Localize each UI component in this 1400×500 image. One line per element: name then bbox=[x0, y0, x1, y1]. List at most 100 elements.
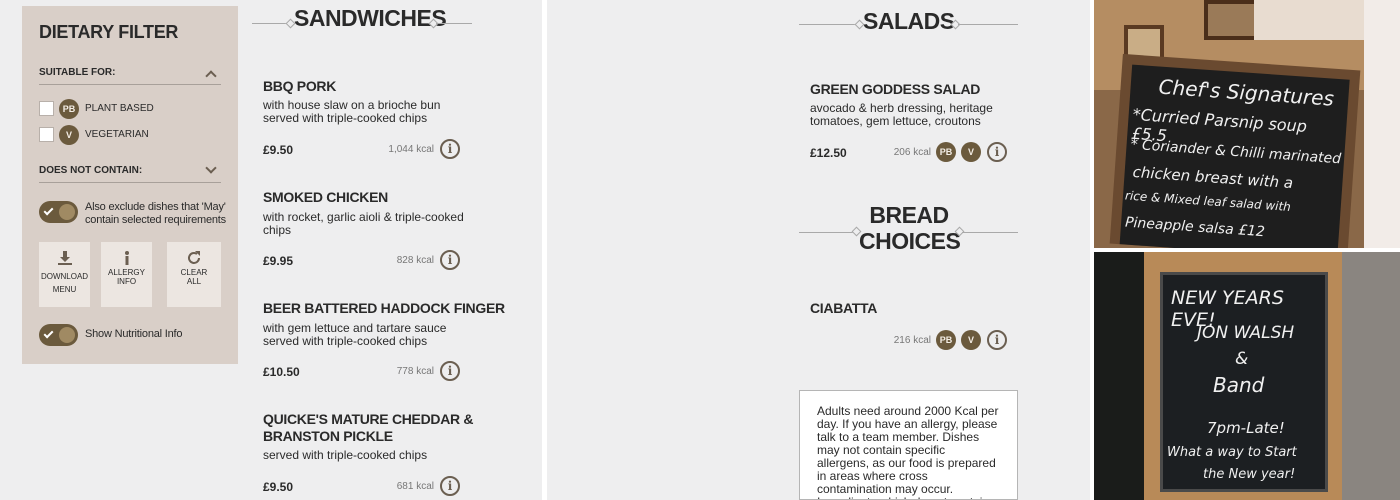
new-years-eve-photo: NEW YEARS EVE! JON WALSH & Band 7pm-Late… bbox=[1094, 252, 1400, 500]
chalk-line: & bbox=[1235, 349, 1249, 369]
dietary-filter-panel: DIETARY FILTER SUITABLE FOR: PB PLANT BA… bbox=[22, 6, 238, 364]
chevron-down-icon[interactable] bbox=[205, 162, 217, 174]
clear-label-line2: ALL bbox=[186, 277, 202, 286]
plant-based-label: PLANT BASED bbox=[85, 103, 154, 114]
sandwiches-column: SANDWICHES BBQ PORK with house slaw on a… bbox=[244, 0, 542, 500]
vegetarian-label: VEGETARIAN bbox=[85, 129, 149, 140]
exclude-may-line1: Also exclude dishes that 'May' bbox=[85, 201, 226, 213]
dish-name: CIABATTA bbox=[810, 300, 878, 316]
does-not-contain-section-header[interactable]: DOES NOT CONTAIN: bbox=[39, 161, 221, 183]
dish-price: £10.50 bbox=[263, 365, 300, 379]
allergy-note: Adults need around 2000 Kcal per day. If… bbox=[799, 390, 1018, 500]
dish-kcal: 681 kcal bbox=[396, 481, 434, 492]
allergy-label-line2: INFO bbox=[116, 277, 137, 286]
dish-price: £9.50 bbox=[263, 143, 294, 157]
dish-kcal: 206 kcal bbox=[893, 147, 931, 158]
chalk-line: Chef's Signatures bbox=[1157, 74, 1335, 111]
plant-based-checkbox[interactable] bbox=[39, 101, 54, 116]
picture-frame bbox=[1204, 0, 1259, 40]
info-icon[interactable]: i bbox=[440, 476, 460, 496]
info-icon bbox=[101, 250, 152, 266]
vegetarian-checkbox[interactable] bbox=[39, 127, 54, 142]
bread-heading-line1: BREAD bbox=[869, 202, 949, 228]
dish-kcal: 778 kcal bbox=[396, 366, 434, 377]
check-icon bbox=[43, 205, 54, 216]
doorway-shadow bbox=[1094, 252, 1144, 500]
dish-price: £9.95 bbox=[263, 254, 294, 268]
salads-bread-column: SALADS GREEN GODDESS SALAD avocado & her… bbox=[547, 0, 1090, 500]
dish-price: £9.50 bbox=[263, 480, 294, 494]
vegetarian-badge: V bbox=[961, 142, 981, 162]
heading-rule-right bbox=[958, 24, 1018, 25]
dish-desc-line1: with rocket, garlic aioli & triple-cooke… bbox=[263, 210, 464, 224]
exclude-may-toggle[interactable] bbox=[39, 201, 78, 223]
download-icon bbox=[39, 250, 90, 266]
plant-based-badge: PB bbox=[936, 330, 956, 350]
plant-based-badge: PB bbox=[936, 142, 956, 162]
download-menu-button[interactable]: DOWNLOAD MENU bbox=[39, 242, 90, 307]
salads-heading: SALADS bbox=[863, 8, 955, 34]
download-label-line1: DOWNLOAD bbox=[40, 272, 89, 281]
chalk-line: rice & Mixed leaf salad with bbox=[1124, 188, 1292, 214]
info-icon[interactable]: i bbox=[440, 361, 460, 381]
download-label-line2: MENU bbox=[52, 285, 77, 294]
filter-title: DIETARY FILTER bbox=[39, 22, 179, 42]
chalk-line: 7pm-Late! bbox=[1207, 419, 1285, 437]
suitable-for-section-header[interactable]: SUITABLE FOR: bbox=[39, 63, 221, 85]
chalk-line: Pineapple salsa £12 bbox=[1124, 214, 1266, 241]
chalk-line: What a way to Start bbox=[1167, 445, 1297, 460]
bread-heading-line2: CHOICES bbox=[859, 228, 961, 254]
chalk-line: JON WALSH bbox=[1197, 323, 1295, 343]
allergy-label-line1: ALLERGY bbox=[108, 268, 145, 277]
dish-desc-line2: served with triple-cooked chips bbox=[263, 334, 428, 348]
dish-name: GREEN GODDESS SALAD bbox=[810, 81, 981, 97]
dish-kcal: 828 kcal bbox=[396, 255, 434, 266]
sign-blackboard: NEW YEARS EVE! JON WALSH & Band 7pm-Late… bbox=[1160, 272, 1328, 492]
heading-rule-right bbox=[962, 232, 1018, 233]
refresh-icon bbox=[167, 250, 221, 266]
plant-based-badge: PB bbox=[59, 99, 79, 119]
pavement bbox=[1334, 252, 1400, 500]
clear-all-button[interactable]: CLEAR ALL bbox=[167, 242, 221, 307]
info-icon[interactable]: i bbox=[440, 139, 460, 159]
chalk-line: Band bbox=[1213, 373, 1265, 397]
chefs-signatures-photo: Chef's Signatures *Curried Parsnip soup … bbox=[1094, 0, 1400, 248]
chalk-line: chicken breast with a bbox=[1132, 162, 1294, 193]
nutritional-info-label: Show Nutritional Info bbox=[85, 328, 183, 340]
suitable-for-label: SUITABLE FOR: bbox=[39, 67, 116, 78]
white-wall bbox=[1364, 0, 1400, 248]
dish-description: avocado & herb dressing, heritage tomato… bbox=[810, 102, 1010, 128]
allergy-info-button[interactable]: ALLERGY INFO bbox=[101, 242, 152, 307]
exclude-may-label: Also exclude dishes that 'May' contain s… bbox=[85, 201, 235, 227]
toggle-knob bbox=[59, 204, 75, 220]
chalk-line: the New year! bbox=[1203, 467, 1296, 482]
dish-name: BBQ PORK bbox=[263, 78, 337, 94]
dish-name-line1: QUICKE'S MATURE CHEDDAR & bbox=[263, 411, 474, 427]
dish-desc-line2: served with triple-cooked chips bbox=[263, 111, 428, 125]
dish-description: with house slaw on a brioche bun served … bbox=[263, 99, 473, 125]
dish-desc-line2: tomatoes, gem lettuce, croutons bbox=[810, 114, 981, 128]
info-icon[interactable]: i bbox=[987, 330, 1007, 350]
does-not-contain-label: DOES NOT CONTAIN: bbox=[39, 165, 143, 176]
dish-name: BEER BATTERED HADDOCK FINGER bbox=[263, 300, 505, 316]
a-frame-sign: NEW YEARS EVE! JON WALSH & Band 7pm-Late… bbox=[1144, 252, 1342, 500]
dish-description: served with triple-cooked chips bbox=[263, 448, 428, 462]
heading-rule-right bbox=[436, 23, 472, 24]
check-icon bbox=[43, 328, 54, 339]
sandwiches-heading: SANDWICHES bbox=[294, 5, 447, 31]
dish-description: with gem lettuce and tartare sauce serve… bbox=[263, 322, 483, 348]
blackboard: Chef's Signatures *Curried Parsnip soup … bbox=[1119, 64, 1350, 248]
clear-label-line1: CLEAR bbox=[180, 268, 208, 277]
nutritional-info-toggle[interactable] bbox=[39, 324, 78, 346]
dish-desc-line2: chips bbox=[263, 223, 292, 237]
board-frame: Chef's Signatures *Curried Parsnip soup … bbox=[1109, 53, 1361, 248]
dish-price: £12.50 bbox=[810, 146, 847, 160]
dish-name: QUICKE'S MATURE CHEDDAR & BRANSTON PICKL… bbox=[263, 411, 493, 445]
chevron-up-icon[interactable] bbox=[205, 70, 217, 82]
toggle-knob bbox=[59, 327, 75, 343]
info-icon[interactable]: i bbox=[440, 250, 460, 270]
info-icon[interactable]: i bbox=[987, 142, 1007, 162]
vegetarian-badge: V bbox=[59, 125, 79, 145]
dish-kcal: 216 kcal bbox=[893, 335, 931, 346]
bread-heading: BREAD CHOICES bbox=[859, 202, 961, 254]
